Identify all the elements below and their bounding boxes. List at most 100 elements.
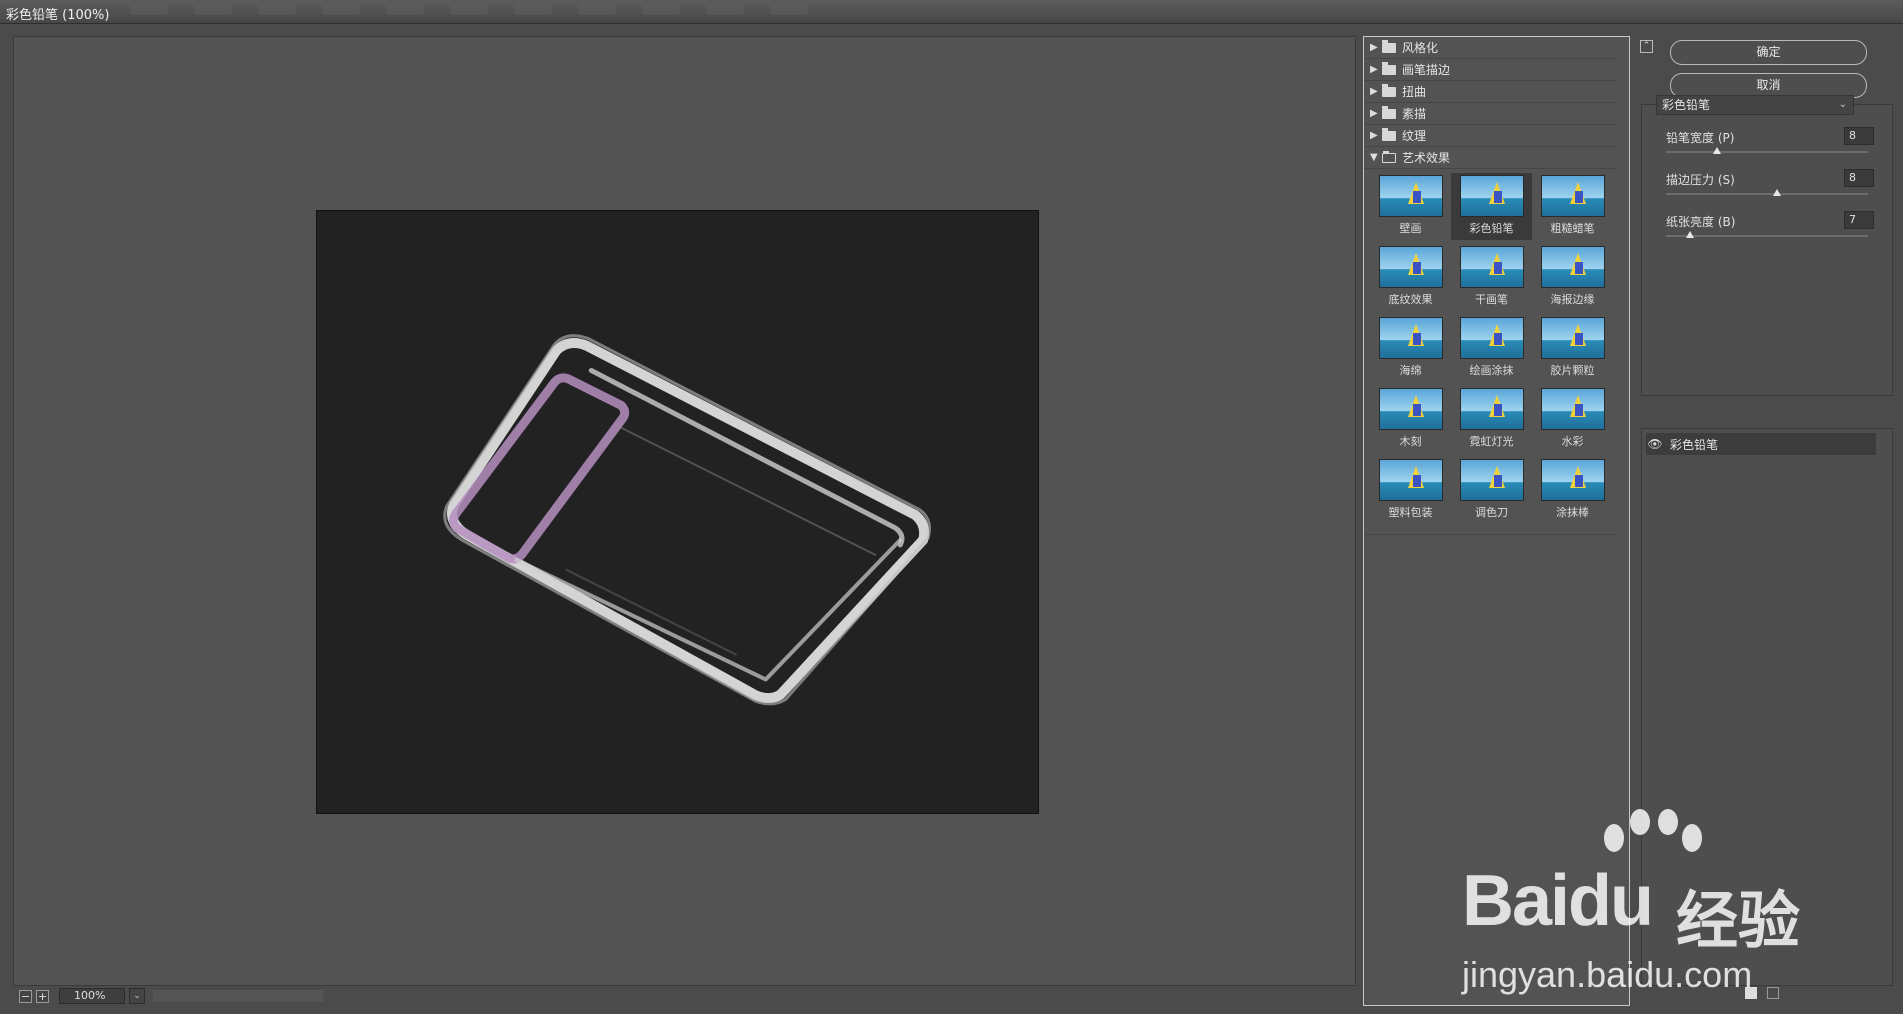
filter-preview-image bbox=[1459, 459, 1524, 501]
param-paper-brightness: 纸张亮度 (B) 7 bbox=[1666, 211, 1876, 253]
filter-label: 粗糙蜡笔 bbox=[1550, 222, 1595, 235]
filter-preview-image bbox=[1378, 459, 1443, 501]
filter-preview-image bbox=[1540, 175, 1605, 217]
watermark-cn: 经验 bbox=[1676, 884, 1801, 957]
eye-icon[interactable]: 👁 bbox=[1646, 437, 1664, 451]
zoom-bar: − + 100% ⌄ bbox=[13, 986, 1356, 1006]
preview-area[interactable] bbox=[13, 36, 1356, 986]
expand-triangle-icon: ▶ bbox=[1370, 130, 1378, 141]
filter-preview-image bbox=[1540, 246, 1605, 288]
category-brush-strokes[interactable]: ▶ 画笔描边 bbox=[1364, 59, 1617, 81]
filter-preview-image bbox=[1378, 388, 1443, 430]
filter-thumbnail[interactable]: 底纹效果 bbox=[1370, 244, 1451, 311]
pencil-width-input[interactable]: 8 bbox=[1844, 127, 1874, 145]
paper-brightness-input[interactable]: 7 bbox=[1844, 211, 1874, 229]
filter-thumbnail[interactable]: 壁画 bbox=[1370, 173, 1451, 240]
filter-thumbnail[interactable]: 海绵 bbox=[1370, 315, 1451, 382]
title-bar: 彩色铅笔 (100%) bbox=[0, 0, 1903, 24]
category-texture[interactable]: ▶ 纹理 bbox=[1364, 125, 1617, 147]
category-distort[interactable]: ▶ 扭曲 bbox=[1364, 81, 1617, 103]
filter-label: 底纹效果 bbox=[1388, 293, 1433, 306]
folder-icon bbox=[1382, 105, 1396, 119]
filter-thumbnail[interactable]: 胶片颗粒 bbox=[1532, 315, 1613, 382]
filter-label: 壁画 bbox=[1399, 222, 1422, 235]
filter-label: 调色刀 bbox=[1475, 506, 1508, 519]
background-menu bbox=[130, 5, 808, 15]
window-title: 彩色铅笔 (100%) bbox=[6, 8, 110, 23]
filter-preview-image bbox=[1540, 317, 1605, 359]
filter-preview-image bbox=[1378, 175, 1443, 217]
filter-label: 彩色铅笔 bbox=[1469, 222, 1514, 235]
zoom-dropdown[interactable]: ⌄ bbox=[129, 988, 145, 1004]
category-sketch[interactable]: ▶ 素描 bbox=[1364, 103, 1617, 125]
filter-preview-image bbox=[1459, 246, 1524, 288]
zoom-level-field[interactable]: 100% bbox=[59, 988, 125, 1004]
preview-image bbox=[443, 334, 932, 706]
filter-preview-image bbox=[1459, 317, 1524, 359]
paper-brightness-slider[interactable] bbox=[1666, 235, 1868, 237]
status-strip bbox=[153, 990, 323, 1002]
filter-thumbnail[interactable]: 彩色铅笔 bbox=[1451, 173, 1532, 240]
filter-preview-image bbox=[1459, 175, 1524, 217]
slider-knob[interactable] bbox=[1773, 189, 1782, 196]
filter-label: 塑料包装 bbox=[1388, 506, 1433, 519]
filter-thumbnail[interactable]: 调色刀 bbox=[1451, 457, 1532, 524]
filter-preview-image bbox=[1540, 459, 1605, 501]
category-artistic[interactable]: ▼ 艺术效果 bbox=[1364, 147, 1617, 169]
filter-label: 木刻 bbox=[1399, 435, 1422, 448]
zoom-in-button[interactable]: + bbox=[36, 989, 49, 1003]
collapse-triangle-icon: ▼ bbox=[1370, 152, 1378, 163]
stroke-pressure-slider[interactable] bbox=[1666, 193, 1868, 195]
filter-preview-image bbox=[1540, 388, 1605, 430]
baidu-watermark: Baidu 经验 jingyan.baidu.com bbox=[1462, 808, 1882, 998]
folder-icon bbox=[1382, 83, 1396, 97]
expand-triangle-icon: ▶ bbox=[1370, 64, 1378, 75]
filter-label: 霓虹灯光 bbox=[1469, 435, 1514, 448]
filter-thumbnail[interactable]: 水彩 bbox=[1532, 386, 1613, 453]
folder-icon bbox=[1382, 39, 1396, 53]
filter-thumbnail[interactable]: 涂抹棒 bbox=[1532, 457, 1613, 524]
filter-label: 水彩 bbox=[1561, 435, 1584, 448]
watermark-brand: Baidu bbox=[1462, 861, 1654, 941]
zoom-out-button[interactable]: − bbox=[19, 989, 32, 1003]
filter-thumbnail[interactable]: 干画笔 bbox=[1451, 244, 1532, 311]
filter-settings: 彩色铅笔 ⌄ 铅笔宽度 (P) 8 描边压力 (S) 8 纸张亮度 (B) 7 bbox=[1641, 95, 1893, 396]
filter-label: 绘画涂抹 bbox=[1469, 364, 1514, 377]
param-pencil-width: 铅笔宽度 (P) 8 bbox=[1666, 127, 1876, 169]
filter-thumbnail[interactable]: 塑料包装 bbox=[1370, 457, 1451, 524]
filter-thumbnail[interactable]: 木刻 bbox=[1370, 386, 1451, 453]
filter-thumbnail[interactable]: 粗糙蜡笔 bbox=[1532, 173, 1613, 240]
filter-label: 海绵 bbox=[1399, 364, 1422, 377]
ok-button[interactable]: 确定 bbox=[1670, 40, 1867, 65]
filter-label: 胶片颗粒 bbox=[1550, 364, 1595, 377]
stroke-pressure-input[interactable]: 8 bbox=[1844, 169, 1874, 187]
filter-label: 海报边缘 bbox=[1550, 293, 1595, 306]
collapse-gallery-icon[interactable]: ⌃ bbox=[1640, 40, 1653, 53]
folder-open-icon bbox=[1382, 150, 1396, 163]
category-stylize[interactable]: ▶ 风格化 bbox=[1364, 37, 1617, 59]
filter-thumbnail[interactable]: 霓虹灯光 bbox=[1451, 386, 1532, 453]
preview-canvas[interactable] bbox=[316, 210, 1039, 814]
filter-thumbnail[interactable]: 绘画涂抹 bbox=[1451, 315, 1532, 382]
chevron-down-icon: ⌄ bbox=[133, 991, 141, 1001]
filter-preview-image bbox=[1378, 246, 1443, 288]
filter-label: 涂抹棒 bbox=[1556, 506, 1589, 519]
param-stroke-pressure: 描边压力 (S) 8 bbox=[1666, 169, 1876, 211]
chevron-down-icon: ⌄ bbox=[1838, 99, 1847, 110]
filter-preview-image bbox=[1378, 317, 1443, 359]
expand-triangle-icon: ▶ bbox=[1370, 42, 1378, 53]
pencil-width-slider[interactable] bbox=[1666, 151, 1868, 153]
filter-thumbnail[interactable]: 海报边缘 bbox=[1532, 244, 1613, 311]
expand-triangle-icon: ▶ bbox=[1370, 86, 1378, 97]
filter-label: 干画笔 bbox=[1475, 293, 1508, 306]
filter-thumbnails: 壁画 彩色铅笔 粗糙蜡笔底纹效果 干画笔 海报边缘海绵 绘画涂抹 胶片颗粒木刻 霓虹灯光 水彩塑… bbox=[1364, 169, 1617, 535]
slider-knob[interactable] bbox=[1712, 147, 1721, 154]
expand-triangle-icon: ▶ bbox=[1370, 108, 1378, 119]
folder-icon bbox=[1382, 127, 1396, 141]
watermark-url: jingyan.baidu.com bbox=[1462, 954, 1753, 995]
folder-icon bbox=[1382, 61, 1396, 75]
effect-layer[interactable]: 👁 彩色铅笔 bbox=[1646, 433, 1876, 455]
filter-preview-image bbox=[1459, 388, 1524, 430]
slider-knob[interactable] bbox=[1686, 231, 1695, 238]
filter-select[interactable]: 彩色铅笔 ⌄ bbox=[1656, 95, 1854, 115]
